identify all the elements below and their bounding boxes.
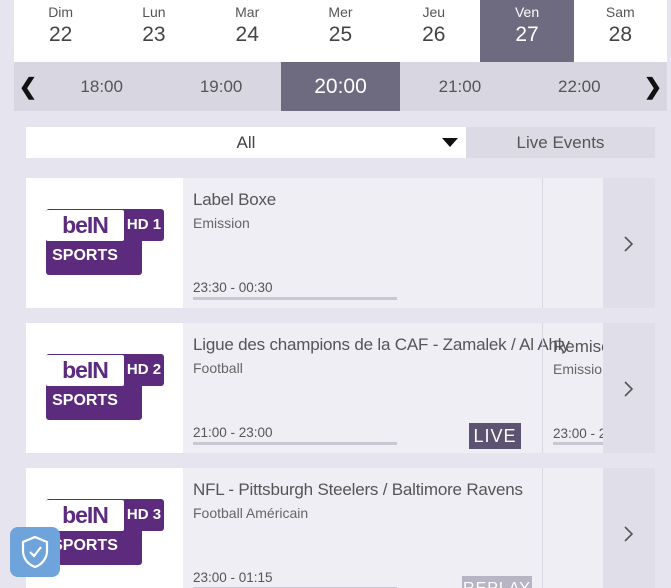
program-title: NFL - Pittsburgh Steelers / Baltimore Ra… bbox=[193, 480, 523, 499]
next-program-progress-bar bbox=[553, 442, 603, 445]
day-date: 25 bbox=[328, 23, 353, 46]
day-saturday[interactable]: Sam 28 bbox=[574, 0, 667, 62]
hd-label: HD 1 bbox=[124, 209, 164, 241]
program-time: 21:00 - 23:00 bbox=[193, 425, 273, 440]
prev-time-chevron-left-icon[interactable]: ❮ bbox=[14, 62, 42, 111]
program-genre: Football Américain bbox=[193, 505, 309, 521]
next-program-button[interactable] bbox=[603, 178, 655, 308]
divider bbox=[542, 468, 543, 588]
program-progress-bar bbox=[193, 442, 397, 445]
day-name: Dim bbox=[48, 4, 74, 20]
day-thursday[interactable]: Jeu 26 bbox=[387, 0, 480, 62]
bein-sports-logo: beIN SPORTS HD 2 bbox=[46, 354, 164, 420]
chevron-right-icon bbox=[624, 236, 634, 252]
shield-check-icon bbox=[21, 535, 49, 569]
hd-label: HD 3 bbox=[124, 499, 164, 531]
next-program-title: Remise bbox=[553, 337, 603, 356]
day-date: 24 bbox=[235, 23, 259, 46]
day-sunday[interactable]: Dim 22 bbox=[14, 0, 107, 62]
replay-badge[interactable]: REPLAY bbox=[462, 576, 532, 588]
program-genre: Football bbox=[193, 360, 243, 376]
logo-sub: SPORTS bbox=[52, 392, 118, 409]
dropdown-value: All bbox=[236, 133, 256, 152]
filter-bar: All Live Events bbox=[26, 127, 655, 158]
bein-sports-logo: beIN SPORTS HD 1 bbox=[46, 209, 164, 275]
divider bbox=[542, 323, 543, 453]
channel-card: beIN SPORTS HD 3 NFL - Pittsburgh Steele… bbox=[26, 468, 655, 588]
day-wednesday[interactable]: Mer 25 bbox=[294, 0, 387, 62]
next-program-button[interactable] bbox=[603, 468, 655, 588]
chevron-right-icon bbox=[624, 526, 634, 542]
next-program-button[interactable] bbox=[603, 323, 655, 453]
day-name: Ven bbox=[514, 4, 540, 20]
next-program-time: 23:00 - 2 bbox=[553, 426, 603, 441]
divider bbox=[542, 178, 543, 308]
day-name: Jeu bbox=[422, 4, 446, 20]
day-name: Mar bbox=[235, 4, 260, 20]
security-shield-button[interactable] bbox=[10, 527, 60, 577]
program-progress-bar bbox=[193, 297, 397, 300]
time-slot-selected[interactable]: 20:00 bbox=[280, 62, 401, 111]
program-time: 23:00 - 01:15 bbox=[193, 570, 273, 585]
category-dropdown[interactable]: All bbox=[26, 127, 466, 158]
day-name: Mer bbox=[328, 4, 353, 20]
day-monday[interactable]: Lun 23 bbox=[107, 0, 200, 62]
logo-text: beIN bbox=[46, 355, 124, 386]
current-program[interactable]: Ligue des champions de la CAF - Zamalek … bbox=[193, 323, 570, 453]
channel-card: beIN SPORTS HD 2 Ligue des champions de … bbox=[26, 323, 655, 453]
day-date: 23 bbox=[142, 23, 166, 46]
next-program[interactable]: Remise Emissio 23:00 - 2 bbox=[553, 323, 603, 453]
next-program[interactable] bbox=[553, 178, 603, 308]
next-program[interactable] bbox=[553, 468, 603, 588]
day-friday-selected[interactable]: Ven 27 bbox=[480, 0, 574, 62]
program-time: 23:30 - 00:30 bbox=[193, 280, 273, 295]
chevron-right-icon bbox=[624, 381, 634, 397]
day-date: 28 bbox=[608, 23, 632, 46]
live-events-tab[interactable]: Live Events bbox=[466, 127, 655, 158]
program-title: Label Boxe bbox=[193, 190, 277, 209]
hd-label: HD 2 bbox=[124, 354, 164, 386]
day-date: 22 bbox=[48, 23, 73, 46]
bein-sports-logo: beIN SPORTS HD 3 bbox=[46, 499, 164, 565]
current-program[interactable]: NFL - Pittsburgh Steelers / Baltimore Ra… bbox=[193, 468, 541, 588]
time-selector: ❮ 18:00 19:00 20:00 21:00 22:00 ❯ bbox=[14, 62, 667, 111]
day-date: 27 bbox=[515, 23, 539, 46]
time-slot-list: 18:00 19:00 20:00 21:00 22:00 bbox=[42, 62, 639, 111]
live-badge: LIVE bbox=[469, 423, 521, 449]
channel-card: beIN SPORTS HD 1 Label Boxe Emission 23:… bbox=[26, 178, 655, 308]
current-program[interactable]: Label Boxe Emission 23:30 - 00:30 bbox=[193, 178, 541, 308]
channel-logo-area: beIN SPORTS HD 2 bbox=[26, 323, 183, 453]
time-slot[interactable]: 19:00 bbox=[161, 62, 280, 111]
time-slot[interactable]: 21:00 bbox=[400, 62, 519, 111]
caret-down-icon bbox=[442, 138, 458, 147]
time-slot[interactable]: 22:00 bbox=[520, 62, 639, 111]
day-selector: Dim 22 Lun 23 Mar 24 Mer 25 Jeu 26 Ven 2… bbox=[14, 0, 667, 62]
logo-text: beIN bbox=[46, 500, 124, 531]
day-name: Lun bbox=[142, 4, 166, 20]
next-program-genre: Emissio bbox=[553, 361, 603, 377]
day-name: Sam bbox=[605, 4, 635, 20]
day-tuesday[interactable]: Mar 24 bbox=[201, 0, 294, 62]
channel-logo-area: beIN SPORTS HD 1 bbox=[26, 178, 183, 308]
logo-text: beIN bbox=[46, 210, 124, 241]
logo-sub: SPORTS bbox=[52, 247, 118, 264]
program-genre: Emission bbox=[193, 215, 250, 231]
next-time-chevron-right-icon[interactable]: ❯ bbox=[639, 62, 667, 111]
program-title: Ligue des champions de la CAF - Zamalek … bbox=[193, 335, 570, 354]
time-slot[interactable]: 18:00 bbox=[42, 62, 161, 111]
day-date: 26 bbox=[422, 23, 446, 46]
